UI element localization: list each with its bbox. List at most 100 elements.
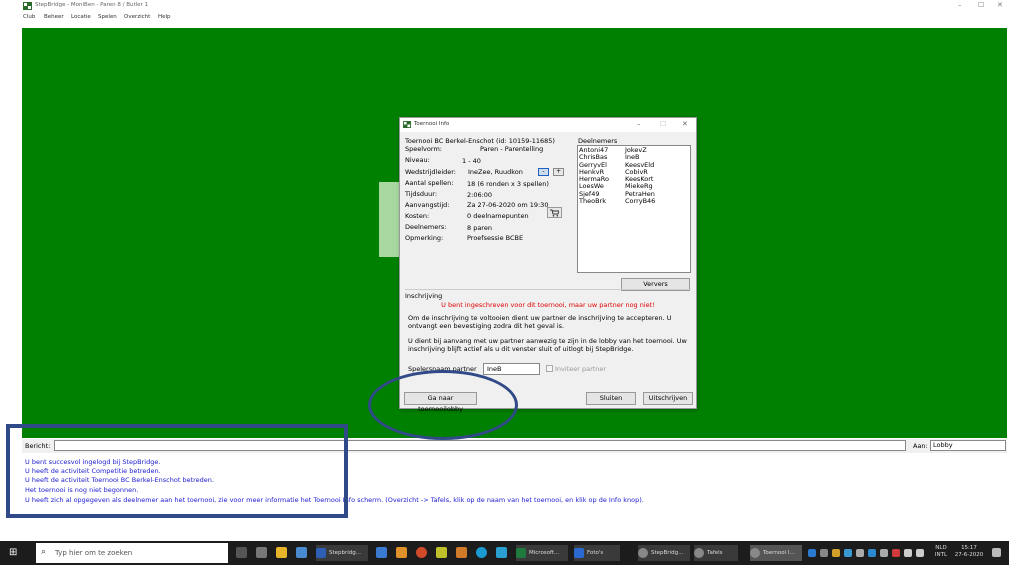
field-value: 0 deelnamepunten — [467, 212, 529, 220]
chrome-icon[interactable] — [416, 547, 427, 558]
dialog-close-button[interactable]: ✕ — [682, 120, 688, 128]
menu-beheer[interactable]: Beheer — [44, 14, 64, 20]
file-explorer-icon[interactable] — [276, 547, 287, 558]
dialog-maximize-button[interactable]: ☐ — [660, 120, 666, 128]
maximize-button[interactable]: ☐ — [978, 1, 984, 9]
task-view-icon[interactable] — [236, 547, 247, 558]
dialog-minimize-button[interactable]: – — [637, 120, 641, 128]
field-label: Aanvangstijd: — [405, 201, 450, 209]
app-icon — [574, 548, 584, 558]
partner-name-input[interactable]: IneB — [483, 363, 540, 375]
taskbar-search-box[interactable]: ⌕ Typ hier om te zoeken — [36, 543, 228, 563]
field-value: 18 (6 ronden x 3 spellen) — [467, 180, 549, 188]
clock-date: 27-6-2020 — [954, 552, 984, 558]
registration-status-message: U bent ingeschreven voor dit toernooi, m… — [441, 301, 655, 309]
stepbridge-logo-icon — [403, 121, 411, 128]
field-value: 1 - 40 — [462, 157, 481, 165]
tray-icon[interactable] — [880, 549, 888, 557]
field-value: IneZee, Ruudkon — [468, 168, 523, 176]
minus-button[interactable]: - — [538, 168, 549, 176]
list-item[interactable]: TheoBrk — [579, 197, 609, 205]
app-icon — [750, 548, 760, 558]
app-icon[interactable] — [296, 547, 307, 558]
clock[interactable]: 15:17 27-6-2020 — [954, 545, 984, 559]
mail-icon[interactable] — [376, 547, 387, 558]
app-icon — [694, 548, 704, 558]
field-value: Za 27-06-2020 om 19:30 — [467, 201, 549, 209]
invite-partner-checkbox[interactable] — [546, 365, 553, 372]
field-label: Niveau: — [405, 156, 430, 164]
edge-icon[interactable] — [476, 547, 487, 558]
taskbar-app-label: Foto's — [587, 550, 604, 556]
registration-info-text: Om de inschrijving te voltooien dient uw… — [408, 314, 672, 330]
cart-icon — [550, 209, 560, 217]
taskbar-app-tournament-info[interactable]: Toernooi I... — [750, 545, 802, 561]
app-icon[interactable] — [396, 547, 407, 558]
players-list[interactable]: Antoni47 ChrisBas GerryvEl HenkvR HermaR… — [577, 145, 691, 273]
registration-section-label: Inschrijving — [405, 292, 443, 300]
recipient-select[interactable]: Lobby — [930, 440, 1006, 451]
taskbar-app-label: Toernooi I... — [763, 550, 795, 556]
dialog-titlebar: Toernooi Info – ☐ ✕ — [400, 118, 696, 132]
stepbridge-logo-icon — [23, 2, 32, 10]
menu-locatie[interactable]: Locatie — [71, 14, 91, 20]
tray-icon[interactable] — [808, 549, 816, 557]
field-label: Aantal spellen: — [405, 179, 454, 187]
invite-partner-label: Inviteer partner — [555, 365, 607, 373]
field-label: Wedstrijdleider: — [405, 168, 457, 176]
tray-icon[interactable] — [832, 549, 840, 557]
menu-spelen[interactable]: Spelen — [98, 14, 117, 20]
recipient-label: Aan: — [913, 442, 928, 450]
language-sub: INTL — [934, 552, 948, 558]
volume-icon[interactable] — [904, 549, 912, 557]
menu-club[interactable]: Club — [23, 14, 35, 20]
cart-button[interactable] — [547, 207, 562, 218]
taskbar-app-label: Tafels — [707, 550, 723, 556]
window-titlebar: StepBridge - MoniBen - Paren 8 / Butler … — [0, 0, 1009, 12]
settings-icon[interactable] — [256, 547, 267, 558]
notifications-icon[interactable] — [992, 548, 1001, 557]
field-label: Deelnemers: — [405, 223, 447, 231]
players-column-2: JokevZ IneB KeesvEld CobivR KeesKort Mie… — [625, 146, 655, 205]
tournament-info-dialog: Toernooi Info – ☐ ✕ Toernooi BC Berkel-E… — [399, 117, 697, 413]
plus-button[interactable]: + — [553, 168, 564, 176]
app-icon[interactable] — [436, 547, 447, 558]
close-dialog-button[interactable]: Sluiten — [586, 392, 636, 405]
language-code: NLD — [935, 545, 947, 551]
taskbar-app-label: Microsoft... — [529, 550, 560, 556]
tray-icon[interactable] — [820, 549, 828, 557]
minimize-button[interactable]: – — [958, 1, 962, 9]
field-label: Kosten: — [405, 212, 430, 220]
clock-time: 15:17 — [961, 545, 977, 551]
menu-help[interactable]: Help — [158, 14, 171, 20]
taskbar-app-photos[interactable]: Foto's — [574, 545, 620, 561]
windows-taskbar: ⊞ ⌕ Typ hier om te zoeken Stepbridg... M… — [0, 541, 1009, 565]
taskbar-app-stepbridge[interactable]: Stepbridg... — [316, 545, 368, 561]
app-icon[interactable] — [456, 547, 467, 558]
taskbar-app-label: StepBridg... — [651, 550, 684, 556]
field-value: Paren - Parentelling — [480, 145, 544, 153]
tournament-heading: Toernooi BC Berkel-Enschot (id: 10159-11… — [405, 137, 555, 145]
language-indicator[interactable]: NLD INTL — [930, 545, 952, 559]
list-item[interactable]: CorryB46 — [625, 197, 655, 205]
window-title: StepBridge - MoniBen - Paren 8 / Butler … — [35, 2, 149, 8]
taskbar-app-tables[interactable]: Tafels — [694, 545, 738, 561]
tray-icon[interactable] — [844, 549, 852, 557]
search-placeholder: Typ hier om te zoeken — [55, 549, 133, 557]
tray-icon[interactable] — [856, 549, 864, 557]
field-label: Tijdsduur: — [405, 190, 438, 198]
tray-icon[interactable] — [868, 549, 876, 557]
menu-overzicht[interactable]: Overzicht — [124, 14, 150, 20]
unsubscribe-button[interactable]: Uitschrijven — [643, 392, 693, 405]
dialog-title: Toernooi Info — [414, 121, 450, 127]
windows-start-icon[interactable]: ⊞ — [9, 547, 20, 558]
field-value: 8 paren — [467, 224, 492, 232]
field-label: Opmerking: — [405, 234, 444, 242]
network-icon[interactable] — [916, 549, 924, 557]
taskbar-app-excel[interactable]: Microsoft... — [516, 545, 568, 561]
tray-icon[interactable] — [892, 549, 900, 557]
field-label: Speelvorm: — [405, 145, 442, 153]
taskbar-app-stepbridge-2[interactable]: StepBridg... — [638, 545, 690, 561]
close-button[interactable]: ✕ — [997, 1, 1003, 9]
app-icon[interactable] — [496, 547, 507, 558]
